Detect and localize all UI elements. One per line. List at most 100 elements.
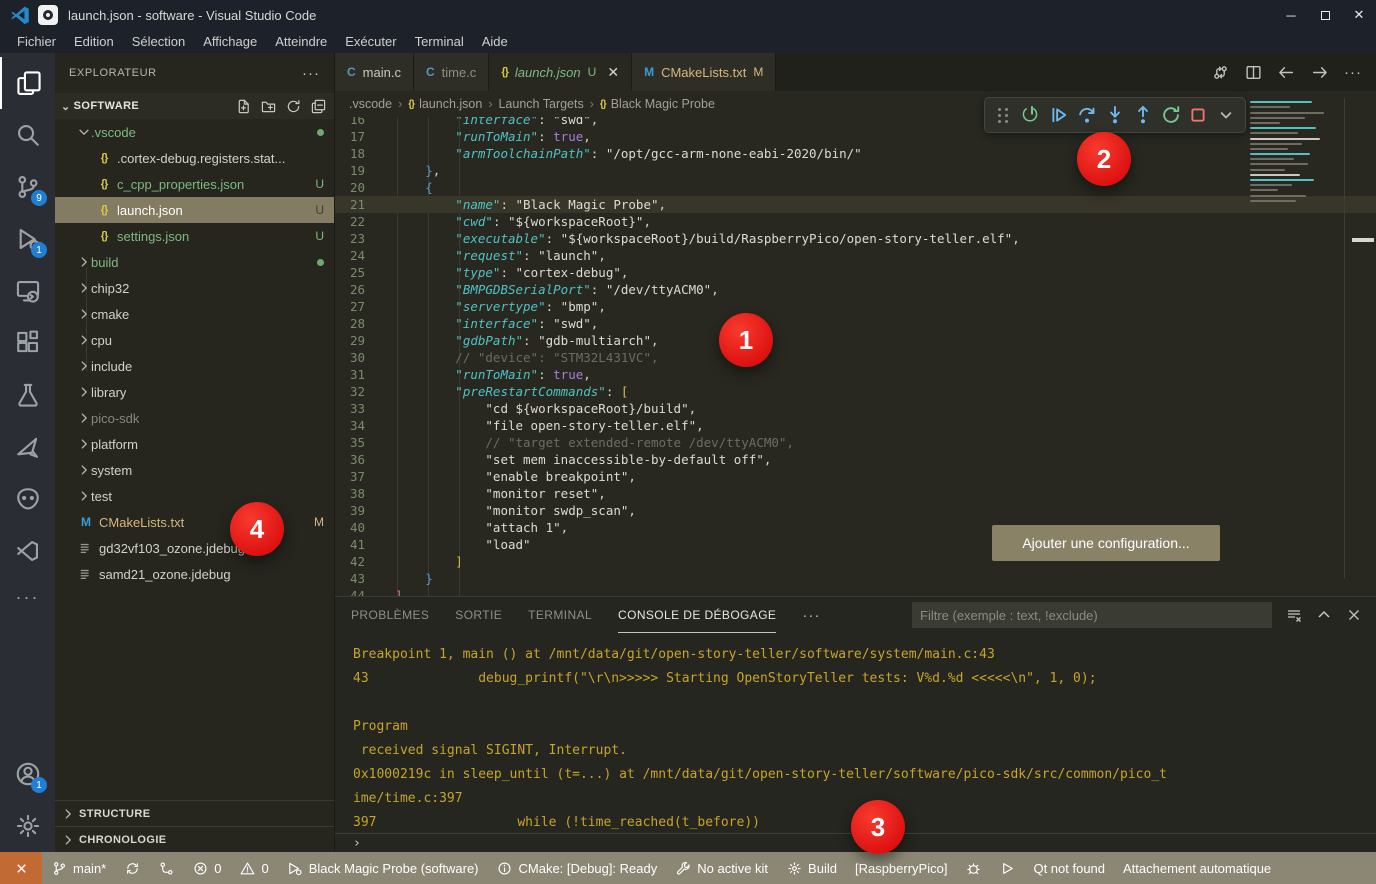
tab-main-c[interactable]: Cmain.c — [335, 53, 414, 91]
tree-item-cmakelists-txt[interactable]: MCMakeLists.txtM — [55, 509, 334, 535]
clear-console-icon[interactable] — [1286, 607, 1302, 623]
split-editor-icon[interactable] — [1245, 64, 1262, 81]
activity-test-beaker[interactable] — [0, 369, 55, 421]
section-header-chronologie[interactable]: CHRONOLOGIE — [55, 826, 334, 852]
tree-item-library[interactable]: library — [55, 379, 334, 405]
status-0[interactable]: 0 — [230, 860, 277, 876]
debug-filter-input[interactable] — [912, 602, 1272, 628]
activity-run-debug[interactable]: 1 — [0, 213, 55, 265]
tree-item-platform[interactable]: platform — [55, 431, 334, 457]
status-bug[interactable] — [956, 860, 990, 876]
debug-power-button[interactable] — [1019, 101, 1045, 129]
status-qt-not-found[interactable]: Qt not found — [1024, 861, 1114, 876]
tab-launch-json[interactable]: {}launch.jsonU✕ — [489, 53, 632, 91]
tree-item-c-cpp-properties-json[interactable]: {}c_cpp_properties.jsonU — [55, 171, 334, 197]
status-black-magic-probe-software[interactable]: Black Magic Probe (software) — [278, 860, 488, 876]
activity-files[interactable] — [0, 57, 55, 109]
minimap[interactable] — [1246, 98, 1345, 578]
panel-tab-sortie[interactable]: SORTIE — [455, 597, 502, 633]
status-main[interactable]: main* — [42, 860, 115, 876]
tree-item-system[interactable]: system — [55, 457, 334, 483]
maximize-button[interactable] — [1308, 0, 1342, 30]
add-configuration-button[interactable]: Ajouter une configuration... — [992, 525, 1220, 561]
debug-stop-button[interactable] — [1185, 101, 1211, 129]
activity-settings-gear[interactable] — [0, 800, 55, 852]
status-cmake-debug-ready[interactable]: CMake: [Debug]: Ready — [488, 860, 667, 876]
toolbar-gripper[interactable] — [991, 101, 1017, 129]
tree-item-pico-sdk[interactable]: pico-sdk — [55, 405, 334, 431]
activity-source-control[interactable]: 9 — [0, 161, 55, 213]
status-build[interactable]: Build — [777, 860, 846, 876]
menu-affichage[interactable]: Affichage — [194, 30, 266, 53]
section-header-software[interactable]: ⌄ SOFTWARE — [55, 93, 334, 119]
more-actions-icon[interactable]: ··· — [1344, 64, 1362, 81]
tree-item-build[interactable]: build — [55, 249, 334, 275]
activity-vs-logo[interactable] — [0, 525, 55, 577]
new-file-icon[interactable] — [236, 99, 251, 114]
breadcrumb-item[interactable]: Launch Targets — [498, 97, 583, 111]
close-button[interactable]: ✕ — [1342, 0, 1376, 30]
tree-item-cmake[interactable]: cmake — [55, 301, 334, 327]
panel-tab-terminal[interactable]: TERMINAL — [528, 597, 592, 633]
close-tab-icon[interactable]: ✕ — [607, 64, 619, 81]
sidebar-more-icon[interactable]: ··· — [302, 65, 320, 82]
menu-edition[interactable]: Edition — [65, 30, 123, 53]
new-folder-icon[interactable] — [261, 99, 276, 114]
debug-step-over-button[interactable] — [1074, 101, 1100, 129]
menu-exécuter[interactable]: Exécuter — [336, 30, 405, 53]
debug-step-out-button[interactable] — [1130, 101, 1156, 129]
tree-item--vscode[interactable]: .vscode — [55, 119, 334, 145]
tree-item-test[interactable]: test — [55, 483, 334, 509]
debug-continue-button[interactable] — [1047, 101, 1073, 129]
breadcrumb-item[interactable]: {}Black Magic Probe — [600, 97, 715, 111]
activity-extensions[interactable] — [0, 317, 55, 369]
tree-item-launch-json[interactable]: {}launch.jsonU — [55, 197, 334, 223]
debug-restart-button[interactable] — [1158, 101, 1184, 129]
refresh-icon[interactable] — [286, 99, 301, 114]
remote-indicator[interactable] — [0, 852, 42, 884]
activity-search[interactable] — [0, 109, 55, 161]
close-panel-icon[interactable] — [1346, 607, 1362, 623]
status-attachement-automatique[interactable]: Attachement automatique — [1114, 861, 1280, 876]
activity-more-icon[interactable]: ··· — [16, 577, 40, 617]
section-header-structure[interactable]: STRUCTURE — [55, 800, 334, 826]
breadcrumb-item[interactable]: {}launch.json — [408, 97, 482, 111]
panel-tab-console-de-d-bogage[interactable]: CONSOLE DE DÉBOGAGE — [618, 597, 776, 633]
debug-console-output[interactable]: Breakpoint 1, main () at /mnt/data/git/o… — [335, 633, 1376, 833]
activity-alien-head[interactable] — [0, 473, 55, 525]
activity-tools-triangle[interactable] — [0, 421, 55, 473]
tree-item-samd21-ozone-jdebug[interactable]: samd21_ozone.jdebug — [55, 561, 334, 587]
code-editor[interactable]: 16"interface": "swd",17"runToMain": true… — [335, 117, 1376, 596]
panel-more-icon[interactable]: ··· — [802, 607, 820, 624]
status-0[interactable]: 0 — [183, 860, 230, 876]
activity-remote-explorer[interactable] — [0, 265, 55, 317]
tab-time-c[interactable]: Ctime.c — [414, 53, 489, 91]
menu-aide[interactable]: Aide — [473, 30, 517, 53]
tab-cmakelists-txt[interactable]: MCMakeLists.txtM — [632, 53, 776, 91]
status-raspberrypico[interactable]: [RaspberryPico] — [846, 861, 956, 876]
debug-chevron-down-button[interactable] — [1213, 101, 1239, 129]
maximize-panel-icon[interactable] — [1316, 607, 1332, 623]
tree-item-include[interactable]: include — [55, 353, 334, 379]
menu-atteindre[interactable]: Atteindre — [266, 30, 336, 53]
navigate-back-icon[interactable] — [1278, 64, 1295, 81]
menu-fichier[interactable]: Fichier — [8, 30, 65, 53]
minimize-button[interactable]: ─ — [1274, 0, 1308, 30]
menu-sélection[interactable]: Sélection — [123, 30, 194, 53]
tree-item--cortex-debug-registers-stat-[interactable]: {}.cortex-debug.registers.stat... — [55, 145, 334, 171]
status-git-graph[interactable] — [149, 860, 183, 876]
collapse-all-icon[interactable] — [311, 99, 326, 114]
navigate-forward-icon[interactable] — [1311, 64, 1328, 81]
debug-step-into-button[interactable] — [1102, 101, 1128, 129]
status-play[interactable] — [990, 860, 1024, 876]
activity-account[interactable]: 1 — [0, 748, 55, 800]
menu-terminal[interactable]: Terminal — [406, 30, 473, 53]
tree-item-settings-json[interactable]: {}settings.jsonU — [55, 223, 334, 249]
status-no-active-kit[interactable]: No active kit — [666, 860, 777, 876]
breadcrumb-item[interactable]: .vscode — [349, 97, 392, 111]
tree-item-gd32vf103-ozone-jdebug[interactable]: gd32vf103_ozone.jdebug — [55, 535, 334, 561]
panel-tab-probl-mes[interactable]: PROBLÈMES — [351, 597, 429, 633]
tree-item-chip32[interactable]: chip32 — [55, 275, 334, 301]
compare-changes-icon[interactable] — [1212, 64, 1229, 81]
tree-item-cpu[interactable]: cpu — [55, 327, 334, 353]
